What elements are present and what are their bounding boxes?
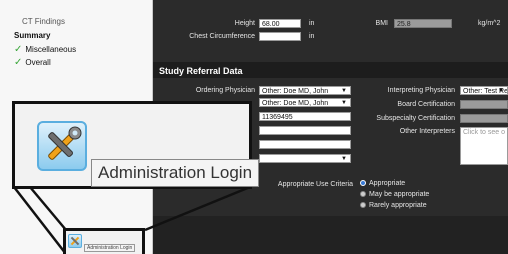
board-certification-field (460, 100, 508, 109)
height-unit: in (309, 20, 315, 27)
chest-circumference-field[interactable] (259, 32, 301, 41)
bmi-unit: kg/m^2 (478, 20, 501, 27)
auc-label: Appropriate Use Criteria (277, 181, 353, 188)
auc-option-appropriate[interactable]: Appropriate (360, 180, 405, 187)
auc-option-may-be[interactable]: May be appropriate (360, 191, 429, 198)
sidebar-item-ct-findings[interactable]: CT Findings (22, 17, 65, 26)
radio-selected-icon (360, 180, 366, 187)
small-icon-frame: Administration Login (63, 228, 145, 254)
admin-tools-small-icon[interactable] (68, 234, 82, 248)
radio-label: May be appropriate (369, 191, 430, 198)
radio-icon (360, 202, 366, 209)
ordering-physician-select[interactable]: Other: Doe MD, John (259, 86, 351, 95)
auc-option-rarely[interactable]: Rarely appropriate (360, 202, 427, 209)
bmi-label: BMI (375, 20, 388, 27)
subspecialty-certification-field (460, 114, 508, 123)
referring-physician-select[interactable]: Other: Doe MD, John (259, 98, 351, 107)
radio-label: Appropriate (369, 180, 406, 187)
radio-icon (360, 191, 366, 198)
section-title: Study Referral Data (159, 66, 243, 76)
referral-field-5[interactable] (259, 140, 351, 149)
zoom-callout: Administration Login (12, 101, 260, 189)
chest-label: Chest Circumference (189, 33, 255, 40)
height-label: Height (234, 20, 255, 27)
ordering-physician-label: Ordering Physician (195, 87, 255, 94)
admin-login-tooltip: Administration Login (91, 159, 260, 187)
referral-field-4[interactable] (259, 126, 351, 135)
other-interpreters-label: Other Interpreters (399, 128, 455, 135)
board-certification-label: Board Certification (397, 101, 455, 108)
check-icon: ✓ (14, 44, 23, 55)
patient-id-field[interactable]: 11369495 (259, 112, 351, 121)
chest-unit: in (309, 33, 315, 40)
admin-tools-icon[interactable] (37, 121, 87, 171)
subspecialty-certification-label: Subspecialty Certification (376, 115, 455, 122)
radio-label: Rarely appropriate (369, 202, 427, 209)
bottom-strip (153, 216, 508, 254)
interpreting-physician-select[interactable]: Other: Test Re (460, 86, 508, 95)
referral-select-6[interactable] (259, 154, 351, 163)
sidebar-item-overall[interactable]: ✓ Overall (14, 57, 51, 68)
bmi-field: 25.8 (394, 19, 452, 28)
sidebar-item-label: Miscellaneous (25, 45, 77, 54)
sidebar-heading-summary: Summary (14, 31, 51, 40)
interpreting-physician-label: Interpreting Physician (387, 87, 455, 94)
admin-login-small-tooltip: Administration Login (84, 244, 136, 252)
check-icon: ✓ (14, 57, 23, 68)
sidebar-item-miscellaneous[interactable]: ✓ Miscellaneous (14, 44, 76, 55)
sidebar-item-label: Overall (25, 58, 51, 67)
height-field[interactable]: 68.00 (259, 19, 301, 28)
other-interpreters-field[interactable]: Click to see o (460, 127, 508, 165)
